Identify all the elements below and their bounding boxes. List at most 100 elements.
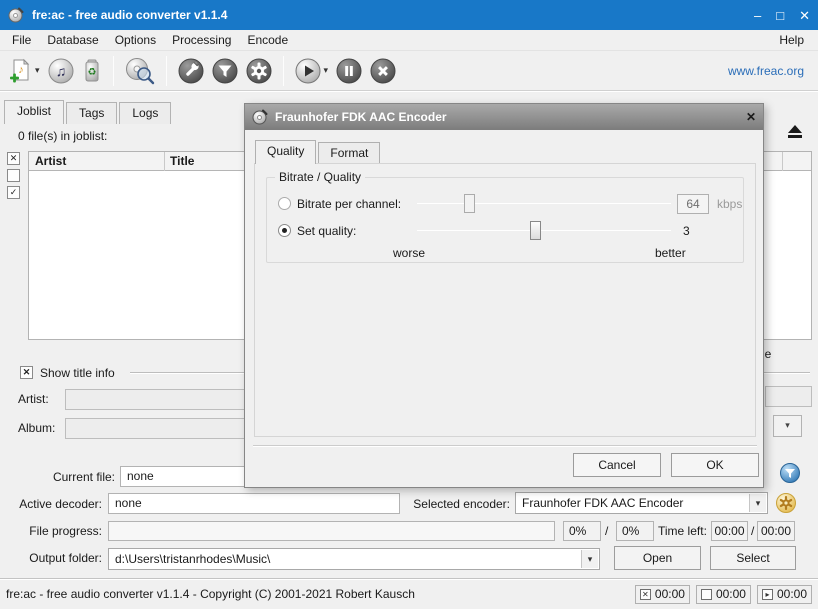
menu-item-encode[interactable]: Encode — [239, 31, 296, 49]
bitrate-slider[interactable] — [417, 194, 671, 213]
eject-icon — [788, 125, 802, 133]
ok-button[interactable]: OK — [671, 453, 759, 477]
selected-encoder-value: Fraunhofer FDK AAC Encoder — [522, 496, 683, 510]
music-note-icon: ♫ — [48, 58, 74, 84]
signal-processing-button[interactable] — [212, 58, 238, 84]
configure-encoder-button[interactable] — [246, 58, 272, 84]
cd-magnifier-icon — [125, 57, 155, 85]
cddb-query-button[interactable] — [125, 57, 155, 85]
tab-quality[interactable]: Quality — [255, 140, 316, 164]
menu-item-help[interactable]: Help — [769, 31, 814, 49]
active-decoder-label: Active decoder: — [0, 497, 102, 511]
show-title-info-toggle[interactable]: ✕ — [20, 366, 33, 379]
open-folder-button[interactable]: Open — [614, 546, 701, 570]
time-value: 00:00 — [716, 587, 746, 601]
stop-encoding-button[interactable] — [370, 58, 396, 84]
bitrate-radio[interactable] — [278, 197, 291, 210]
svg-text:♪: ♪ — [18, 64, 24, 76]
title-info-field-fragment[interactable] — [765, 386, 812, 407]
quality-radio[interactable] — [278, 224, 291, 237]
show-title-info-label[interactable]: Show title info — [40, 366, 115, 380]
tab-joblist[interactable]: Joblist — [4, 100, 64, 124]
tab-tags[interactable]: Tags — [66, 102, 117, 124]
statusbar: fre:ac - free audio converter v1.1.4 - C… — [0, 578, 818, 609]
add-file-icon: ♪ — [8, 58, 32, 84]
select-all-checkbox[interactable]: ✕ — [7, 152, 20, 165]
time-value: 00:00 — [655, 587, 685, 601]
menu-item-processing[interactable]: Processing — [164, 31, 239, 49]
toggle-selection-checkbox[interactable]: ✓ — [7, 186, 20, 199]
progress-percent-total: 0% — [616, 521, 654, 541]
titlebar: fre:ac - free audio converter v1.1.4 – □… — [0, 0, 818, 30]
clear-joblist-button[interactable]: ♻ — [82, 58, 102, 84]
column-header-artist[interactable]: Artist — [29, 152, 164, 170]
output-folder-label: Output folder: — [0, 551, 102, 565]
tab-format[interactable]: Format — [318, 142, 380, 164]
time-cell-selected: ✕ 00:00 — [635, 585, 690, 604]
genre-combo-arrow-fragment[interactable]: ▾ — [773, 415, 802, 437]
select-none-checkbox[interactable] — [7, 169, 20, 182]
chevron-down-icon[interactable]: ▾ — [749, 494, 766, 512]
time-value: 00:00 — [777, 587, 807, 601]
bitrate-quality-group: Bitrate / Quality Bitrate per channel: 6… — [266, 177, 744, 263]
scale-worse-label: worse — [393, 246, 425, 260]
output-folder-combo[interactable]: d:\Users\tristanrhodes\Music\ ▾ — [108, 548, 600, 570]
add-files-button[interactable]: ♪ ▾ — [8, 58, 40, 84]
column-header-title[interactable]: Title — [164, 152, 200, 170]
processing-indicator-icon[interactable] — [780, 463, 800, 483]
quality-value: 3 — [683, 224, 690, 238]
album-label: Album: — [18, 421, 55, 435]
menu-item-options[interactable]: Options — [107, 31, 164, 49]
time-cell-unselected: 00:00 — [696, 585, 751, 604]
output-folder-value: d:\Users\tristanrhodes\Music\ — [115, 552, 270, 566]
chevron-down-icon[interactable]: ▾ — [581, 550, 598, 568]
start-encoding-dropdown-icon[interactable]: ▾ — [324, 65, 329, 76]
wrench-icon — [178, 58, 204, 84]
column-divider[interactable] — [782, 152, 783, 171]
statusbar-time-cells: ✕ 00:00 00:00 ▸ 00:00 — [635, 585, 812, 604]
menu-item-file[interactable]: File — [4, 31, 39, 49]
cancel-button[interactable]: Cancel — [573, 453, 661, 477]
menu-item-database[interactable]: Database — [39, 31, 106, 49]
bitrate-value: 64 — [677, 194, 709, 214]
add-cd-tracks-button[interactable]: ♫ — [48, 58, 74, 84]
bitrate-label: Bitrate per channel: — [297, 197, 401, 211]
dialog-titlebar: Fraunhofer FDK AAC Encoder ✕ — [245, 104, 763, 130]
column-divider[interactable] — [164, 152, 165, 171]
pause-encoding-button[interactable] — [336, 58, 362, 84]
arrow-box-icon: ▸ — [762, 589, 773, 600]
file-progress-bar — [108, 521, 555, 541]
checked-box-icon: ✕ — [640, 589, 651, 600]
time-cell-remaining: ▸ 00:00 — [757, 585, 812, 604]
close-button[interactable]: ✕ — [799, 9, 810, 22]
dialog-title: Fraunhofer FDK AAC Encoder — [275, 110, 447, 124]
trash-recycle-icon: ♻ — [82, 58, 102, 84]
add-files-dropdown-icon[interactable]: ▾ — [35, 65, 40, 76]
eject-button[interactable] — [787, 125, 803, 138]
slider-thumb[interactable] — [464, 194, 475, 213]
file-progress-label: File progress: — [0, 524, 102, 538]
app-icon — [8, 7, 24, 23]
website-link[interactable]: www.freac.org — [728, 64, 804, 78]
dialog-close-button[interactable]: ✕ — [746, 110, 756, 124]
slider-thumb[interactable] — [530, 221, 541, 240]
active-decoder-value: none — [108, 493, 400, 514]
time-left-total: 00:00 — [757, 521, 795, 541]
start-encoding-button[interactable]: ▾ — [295, 58, 329, 84]
tab-logs[interactable]: Logs — [119, 102, 171, 124]
encoder-settings-gear-icon[interactable] — [776, 493, 796, 513]
selected-encoder-combo[interactable]: Fraunhofer FDK AAC Encoder ▾ — [515, 492, 768, 514]
select-folder-button[interactable]: Select — [710, 546, 796, 570]
artist-label: Artist: — [18, 392, 49, 406]
maximize-button[interactable]: □ — [776, 9, 784, 22]
svg-text:♫: ♫ — [55, 63, 66, 79]
time-separator: / — [751, 524, 754, 538]
dialog-tab-panel: Bitrate / Quality Bitrate per channel: 6… — [254, 163, 756, 437]
stop-x-icon — [370, 58, 396, 84]
svg-text:♻: ♻ — [87, 67, 96, 78]
general-settings-button[interactable] — [178, 58, 204, 84]
current-file-label: Current file: — [10, 470, 115, 484]
play-icon — [295, 58, 321, 84]
minimize-button[interactable]: – — [754, 9, 761, 22]
quality-slider[interactable] — [417, 221, 671, 240]
